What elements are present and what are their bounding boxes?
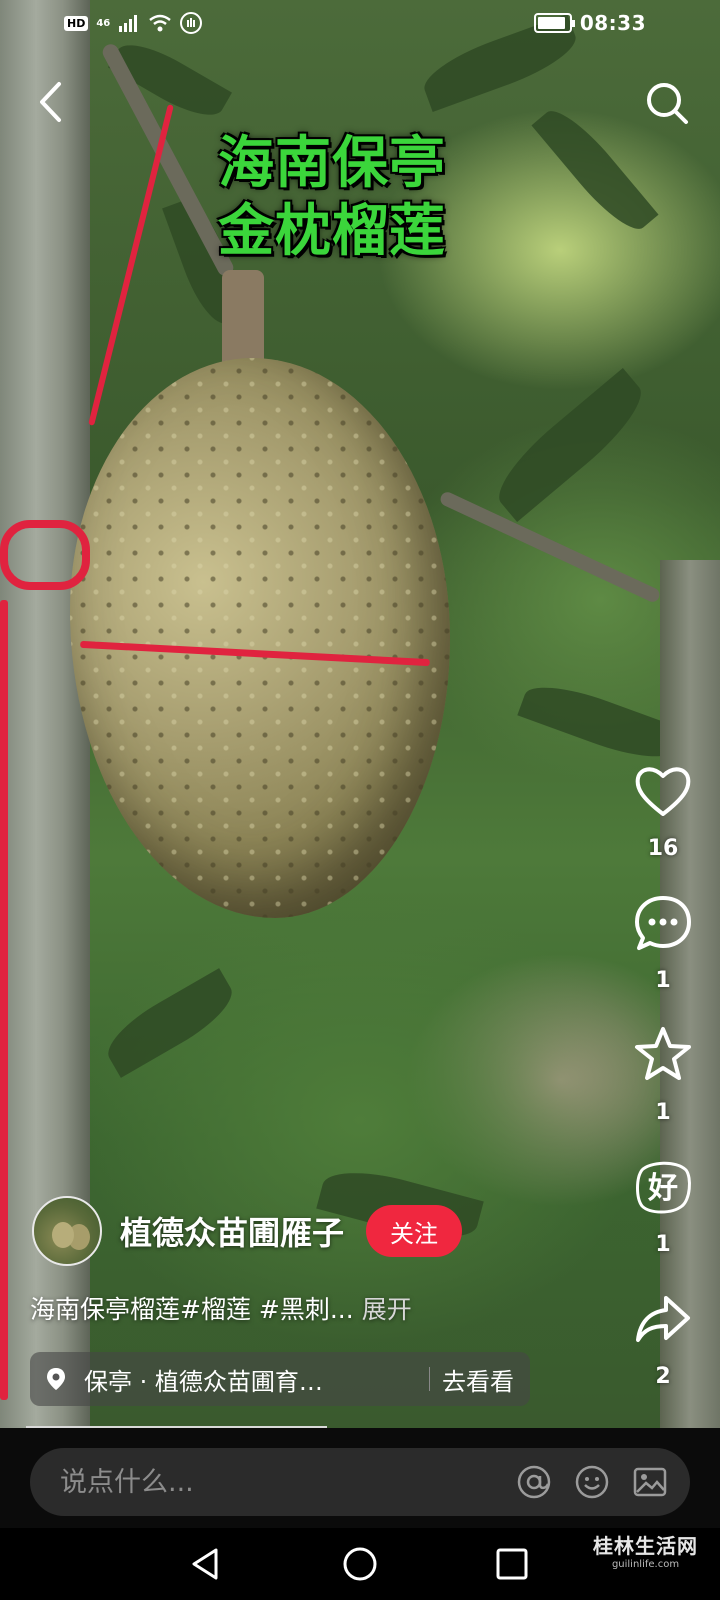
comment-count: 1 [655, 968, 671, 993]
background-leaf [97, 968, 243, 1078]
battery-level [537, 17, 565, 29]
back-button[interactable] [30, 78, 70, 126]
nav-recents-icon[interactable] [492, 1544, 532, 1584]
follow-button[interactable]: 关注 [366, 1205, 463, 1257]
like-count: 16 [647, 836, 679, 861]
comment-box [30, 1448, 690, 1516]
watermark-sub: guilinlife.com [611, 1559, 680, 1570]
nav-back-icon[interactable] [186, 1544, 226, 1584]
network-type: 46 [96, 17, 111, 29]
share-button[interactable]: 2 [632, 1288, 694, 1420]
red-rope [0, 520, 90, 590]
go-see-link[interactable]: 去看看 [442, 1362, 530, 1397]
caption-line-2: 金枕榴莲 [218, 199, 446, 264]
location-pin-icon [47, 1368, 65, 1390]
action-rail: 16 1 1 好 1 2 [628, 760, 698, 1420]
background-leaf [484, 367, 656, 523]
red-rope [88, 104, 174, 426]
red-rope [0, 600, 8, 1400]
chevron-left-icon [40, 82, 61, 122]
favorite-count: 1 [655, 1100, 671, 1125]
caption-line-1: 海南保亭 [218, 131, 446, 196]
comment-input[interactable] [60, 1466, 516, 1498]
durian-fruit [70, 358, 450, 918]
hd-badge: HD [64, 15, 89, 31]
battery-icon [533, 13, 575, 33]
comment-bar [0, 1428, 720, 1528]
search-button[interactable] [644, 80, 690, 126]
good-stamp-icon: 好 [636, 1161, 691, 1214]
at-mention-icon[interactable] [516, 1464, 552, 1500]
good-stamp-label: 好 [647, 1171, 678, 1206]
image-picker-icon[interactable] [632, 1464, 668, 1500]
share-count: 2 [655, 1364, 671, 1389]
description-text: 海南保亭榴莲#榴莲 #黑刺... [30, 1295, 354, 1324]
nav-home-icon[interactable] [340, 1544, 380, 1584]
location-name: 保亭 · 植德众苗圃育… [84, 1367, 323, 1396]
video-caption: 海南保亭 金枕榴莲 [218, 130, 518, 266]
favorite-button[interactable]: 1 [632, 1024, 694, 1156]
clock: 08:33 [579, 11, 646, 35]
wifi-icon [149, 14, 172, 32]
author-row: 植德众苗圃雁子 关注 [32, 1196, 463, 1266]
star-icon [635, 1027, 691, 1080]
branch [438, 489, 662, 605]
background-leaf [531, 99, 659, 241]
emoji-icon[interactable] [574, 1464, 610, 1500]
video-description[interactable]: 海南保亭榴莲#榴莲 #黑刺... 展开 [30, 1290, 412, 1326]
comment-button[interactable]: 1 [632, 892, 694, 1024]
heart-icon [635, 767, 691, 816]
like-button[interactable]: 16 [632, 760, 694, 892]
author-name[interactable]: 植德众苗圃雁子 [120, 1208, 344, 1254]
watermark-main: 桂林生活网 [593, 1534, 698, 1558]
good-rating-button[interactable]: 好 1 [632, 1156, 694, 1288]
search-icon [647, 83, 688, 124]
comment-bubble-icon [635, 896, 691, 950]
avatar[interactable] [32, 1196, 102, 1266]
watermark: 桂林生活网 guilinlife.com [593, 1530, 698, 1570]
signal-icon [119, 15, 138, 32]
status-bar: HD 46 08:33 [0, 0, 720, 50]
divider [429, 1367, 430, 1391]
expand-link[interactable]: 展开 [362, 1295, 412, 1324]
background-leaf [517, 673, 683, 771]
status-right: 08:33 [533, 11, 646, 35]
hand-gesture-icon [180, 12, 203, 34]
status-left: HD 46 [64, 12, 203, 34]
share-arrow-icon [636, 1296, 690, 1342]
good-rating-count: 1 [655, 1232, 671, 1257]
location-tag[interactable]: 保亭 · 植德众苗圃育… 去看看 [30, 1352, 530, 1406]
